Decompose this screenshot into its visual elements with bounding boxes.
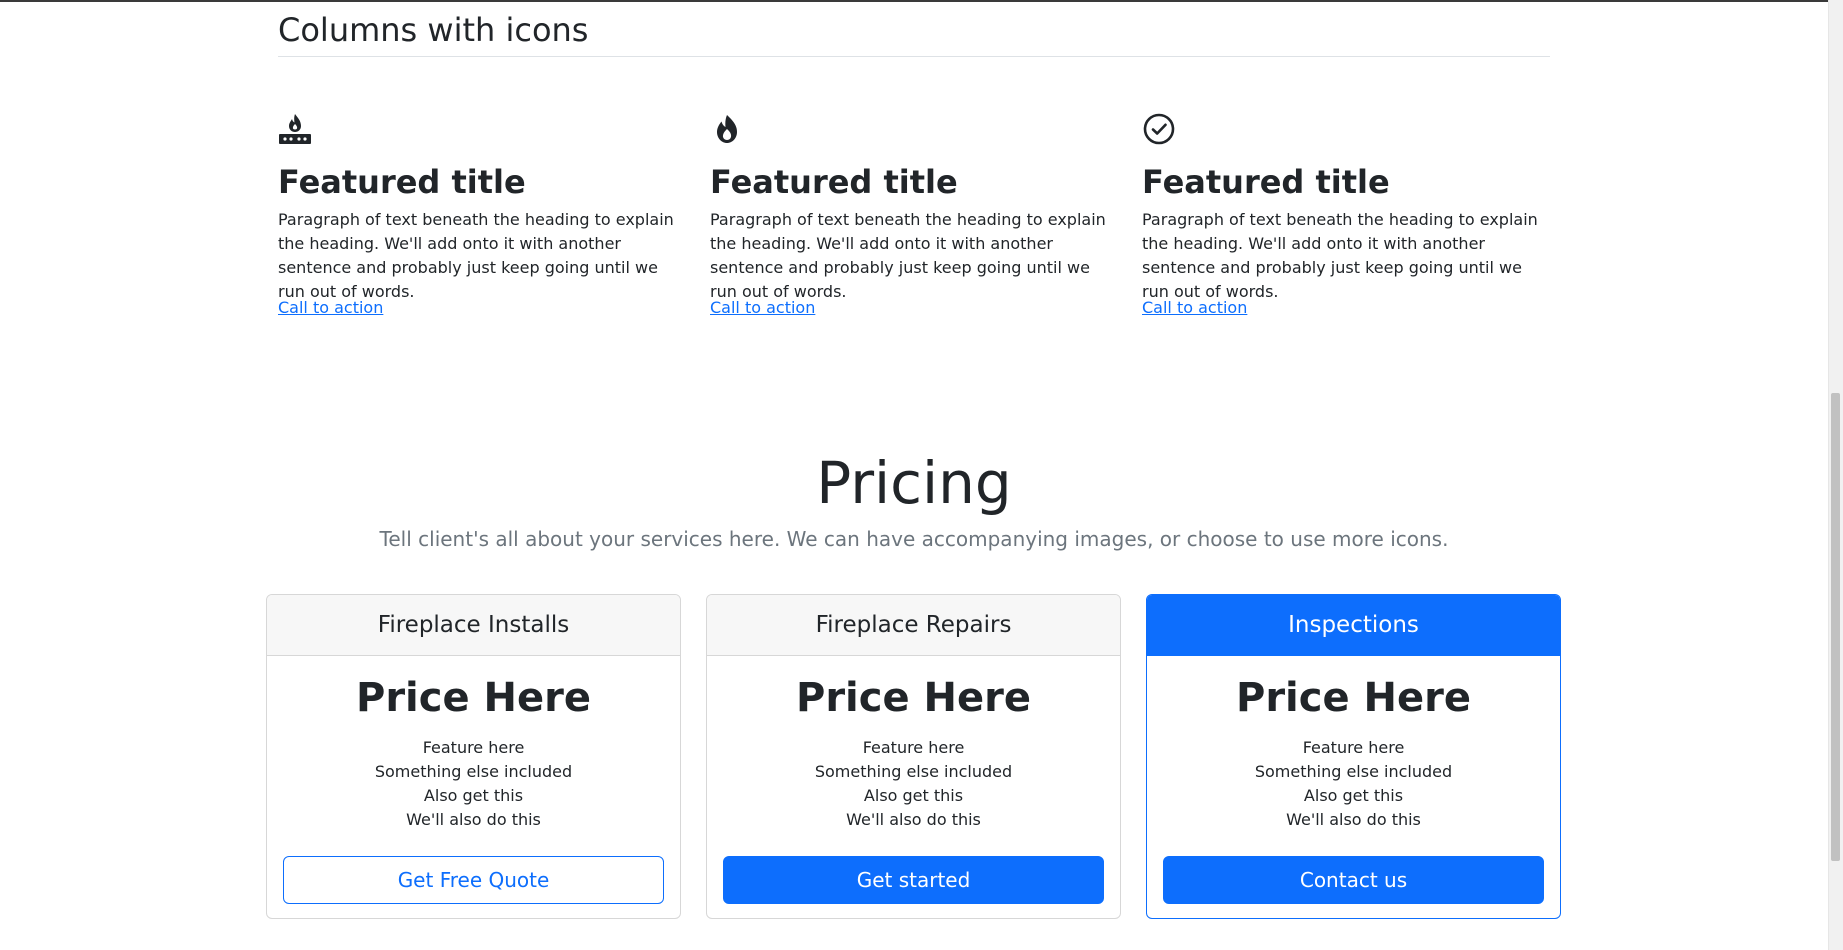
card-header: Fireplace Repairs [707,595,1120,656]
fireplace-icon [278,112,312,146]
card-feature-list: Feature here Something else included Als… [267,736,680,832]
card-feature: Also get this [863,786,964,805]
card-feature: Also get this [1303,786,1404,805]
card-header: Inspections [1147,595,1560,656]
card-feature: Something else included [374,762,573,781]
feature-column: Featured title Paragraph of text beneath… [710,112,1110,317]
section-title: Columns with icons [278,11,589,49]
feature-text: Paragraph of text beneath the heading to… [710,210,1106,301]
scrollbar-thumb[interactable] [1831,393,1840,861]
section-divider [278,56,1550,57]
pricing-subtitle: Tell client's all about your services he… [379,527,1449,551]
vertical-scrollbar[interactable] [1828,0,1843,950]
card-feature-list: Feature here Something else included Als… [1147,736,1560,832]
call-to-action-link[interactable]: Call to action [710,296,815,320]
call-to-action-link[interactable]: Call to action [278,296,383,320]
card-feature: We'll also do this [1286,810,1421,829]
page: Columns with icons Featured title Paragr… [0,0,1843,950]
feature-text: Paragraph of text beneath the heading to… [1142,210,1538,301]
card-feature: Also get this [423,786,524,805]
contact-us-button[interactable]: Contact us [1163,856,1544,904]
fire-icon [710,112,744,146]
feature-column: Featured title Paragraph of text beneath… [278,112,678,317]
pricing-card-inspections: Inspections Price Here Feature here Some… [1146,594,1561,919]
card-price: Price Here [1236,675,1471,721]
card-feature: We'll also do this [846,810,981,829]
card-feature-list: Feature here Something else included Als… [707,736,1120,832]
card-feature: Something else included [1254,762,1453,781]
pricing-card-installs: Fireplace Installs Price Here Feature he… [266,594,681,919]
pricing-title: Pricing [816,449,1012,517]
feature-column: Featured title Paragraph of text beneath… [1142,112,1542,317]
feature-text: Paragraph of text beneath the heading to… [278,210,674,301]
card-feature: Feature here [1302,738,1405,757]
check-circle-icon [1142,112,1176,146]
feature-title: Featured title [278,163,526,201]
card-feature: Feature here [422,738,525,757]
feature-title: Featured title [1142,163,1390,201]
feature-title: Featured title [710,163,958,201]
get-started-button[interactable]: Get started [723,856,1104,904]
card-feature: We'll also do this [406,810,541,829]
card-feature: Something else included [814,762,1013,781]
card-feature: Feature here [862,738,965,757]
get-free-quote-button[interactable]: Get Free Quote [283,856,664,904]
window-top-border [0,0,1843,2]
pricing-card-repairs: Fireplace Repairs Price Here Feature her… [706,594,1121,919]
card-header: Fireplace Installs [267,595,680,656]
call-to-action-link[interactable]: Call to action [1142,296,1247,320]
card-price: Price Here [796,675,1031,721]
card-price: Price Here [356,675,591,721]
